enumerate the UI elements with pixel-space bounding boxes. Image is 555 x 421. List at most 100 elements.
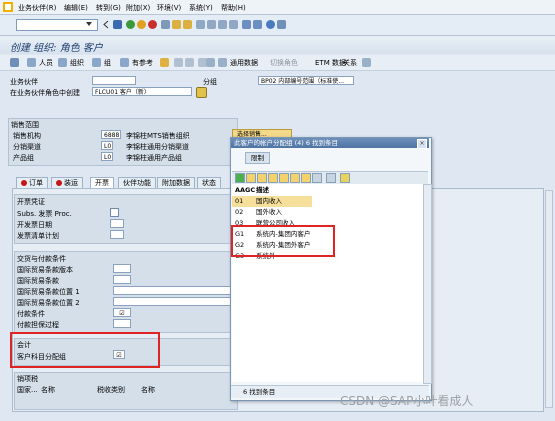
- export-icon[interactable]: [326, 173, 336, 183]
- confirm-icon[interactable]: [235, 173, 245, 183]
- new-session-icon[interactable]: [242, 20, 251, 29]
- division-desc: 李锦柱通用产品组: [126, 154, 182, 162]
- billing-dates-input[interactable]: [110, 219, 124, 228]
- org-icon: [58, 58, 67, 67]
- exit-icon[interactable]: [137, 20, 146, 29]
- incoterms-label: 国际贸易条款: [17, 277, 59, 285]
- details-icon[interactable]: [290, 173, 300, 183]
- search-icon[interactable]: [196, 87, 207, 98]
- payment-terms-input[interactable]: ☑: [113, 308, 131, 317]
- tax-col-category: 税收类别: [97, 386, 125, 394]
- arrow-right-icon[interactable]: [185, 58, 194, 67]
- wrench-icon[interactable]: [206, 58, 215, 67]
- main-scrollbar[interactable]: [545, 190, 553, 408]
- tab-restrict[interactable]: 限制: [245, 152, 270, 164]
- tab-billing[interactable]: 开票: [90, 177, 114, 188]
- menu-system[interactable]: 系统(Y): [189, 3, 213, 13]
- open-folder-icon[interactable]: [160, 58, 169, 67]
- incoterms-loc2-input[interactable]: [113, 297, 233, 306]
- sales-area-title: 销售范围: [11, 121, 39, 129]
- relations-button[interactable]: 关系: [343, 58, 357, 68]
- role-select[interactable]: FLCU01 客户（新）: [92, 87, 192, 96]
- person-button[interactable]: 人员: [39, 58, 53, 68]
- popup-title: 此客户的帐户分配组 (4) 6 找到条目: [231, 138, 429, 148]
- find-next-icon[interactable]: [183, 20, 192, 29]
- bp-input[interactable]: [92, 76, 136, 85]
- bp-label: 业务伙伴: [10, 78, 38, 86]
- help-icon[interactable]: [266, 20, 275, 29]
- general-data-button[interactable]: 通用数据: [230, 58, 258, 68]
- division-input[interactable]: L0: [101, 152, 113, 161]
- watermark: CSDN @SAP小叶看成人: [340, 394, 474, 408]
- tab-status[interactable]: 状态: [197, 177, 221, 188]
- chevron-down-icon[interactable]: [85, 20, 93, 28]
- collapse-icon[interactable]: [102, 20, 111, 29]
- prev-page-icon[interactable]: [207, 20, 216, 29]
- popup-scrollbar[interactable]: [423, 184, 432, 384]
- etm-data-button[interactable]: ETM 数据: [315, 58, 346, 68]
- incoterms-loc2-label: 国际贸易条款位置 2: [17, 299, 80, 307]
- arrow-left-icon[interactable]: [174, 58, 183, 67]
- tab-partner-functions[interactable]: 伙伴功能: [118, 177, 156, 188]
- back-icon[interactable]: [126, 20, 135, 29]
- list-item[interactable]: 02 国外收入: [232, 207, 432, 218]
- sales-area-section: [8, 118, 238, 166]
- group-button[interactable]: 组: [104, 58, 111, 68]
- sort-icon[interactable]: [257, 173, 267, 183]
- find-next-icon[interactable]: [279, 173, 289, 183]
- find-icon[interactable]: [172, 20, 181, 29]
- menu-help[interactable]: 帮助(H): [221, 3, 246, 13]
- tab-shipping[interactable]: 装运: [51, 177, 83, 188]
- tax-title: 销项税: [17, 375, 38, 383]
- reference-icon: [120, 58, 129, 67]
- filter-icon[interactable]: [246, 173, 256, 183]
- org-button[interactable]: 组织: [70, 58, 84, 68]
- layout-icon[interactable]: [277, 20, 286, 29]
- distr-channel-input[interactable]: L0: [101, 141, 113, 150]
- person-icon: [27, 58, 36, 67]
- sales-org-input[interactable]: 6888: [101, 130, 121, 139]
- distr-channel-desc: 李锦柱通用分销渠道: [126, 143, 189, 151]
- general-data-icon: [218, 58, 227, 67]
- create-in-role-label: 在业务伙伴角色中创建: [10, 89, 80, 97]
- more-icon[interactable]: [362, 58, 371, 67]
- menu-extras[interactable]: 附加(X): [126, 3, 150, 13]
- reference-button[interactable]: 有参考: [132, 58, 153, 68]
- incoterms-input[interactable]: [113, 275, 131, 284]
- menu-goto[interactable]: 转到(G): [96, 3, 121, 13]
- sales-org-desc: 李锦柱MTS销售组织: [126, 132, 190, 140]
- highlight-box-g-rows: [231, 225, 335, 257]
- menu-bp[interactable]: 业务伙伴(R): [18, 3, 56, 13]
- subs-invoice-checkbox[interactable]: [110, 208, 119, 217]
- find-icon[interactable]: [268, 173, 278, 183]
- division-label: 产品组: [13, 154, 34, 162]
- print-icon[interactable]: [161, 20, 170, 29]
- shortcut-icon[interactable]: [253, 20, 262, 29]
- incoterms-version-input[interactable]: [113, 264, 131, 273]
- group-select[interactable]: BP02 内部编号范围（标准使...: [258, 76, 354, 85]
- invoice-list-input[interactable]: [110, 230, 124, 239]
- cancel-icon[interactable]: [148, 20, 157, 29]
- credit-process-input[interactable]: [113, 319, 131, 328]
- billing-doc-title: 开票凭证: [17, 198, 45, 206]
- incoterms-loc1-input[interactable]: [113, 286, 233, 295]
- close-icon[interactable]: ×: [417, 139, 427, 149]
- print-icon[interactable]: [312, 173, 322, 183]
- sales-org-label: 销售机构: [13, 132, 41, 140]
- document-icon[interactable]: [10, 58, 19, 67]
- switch-role-button[interactable]: 切换角色: [270, 58, 298, 68]
- first-page-icon[interactable]: [196, 20, 205, 29]
- tab-orders[interactable]: 订单: [16, 177, 48, 188]
- status-dot-icon: [56, 180, 62, 186]
- tab-additional-data[interactable]: 附加数据: [157, 177, 195, 188]
- menu-environment[interactable]: 环境(V): [157, 3, 181, 13]
- incoterms-loc1-label: 国际贸易条款位置 1: [17, 288, 80, 296]
- cursor-icon[interactable]: [340, 173, 350, 183]
- list-item[interactable]: 01 国内收入: [232, 196, 312, 207]
- menu-edit[interactable]: 编辑(E): [64, 3, 88, 13]
- next-page-icon[interactable]: [218, 20, 227, 29]
- save-icon[interactable]: [113, 20, 122, 29]
- subs-invoice-label: Subs. 发票 Proc.: [17, 210, 72, 218]
- last-page-icon[interactable]: [229, 20, 238, 29]
- copy-icon[interactable]: [301, 173, 311, 183]
